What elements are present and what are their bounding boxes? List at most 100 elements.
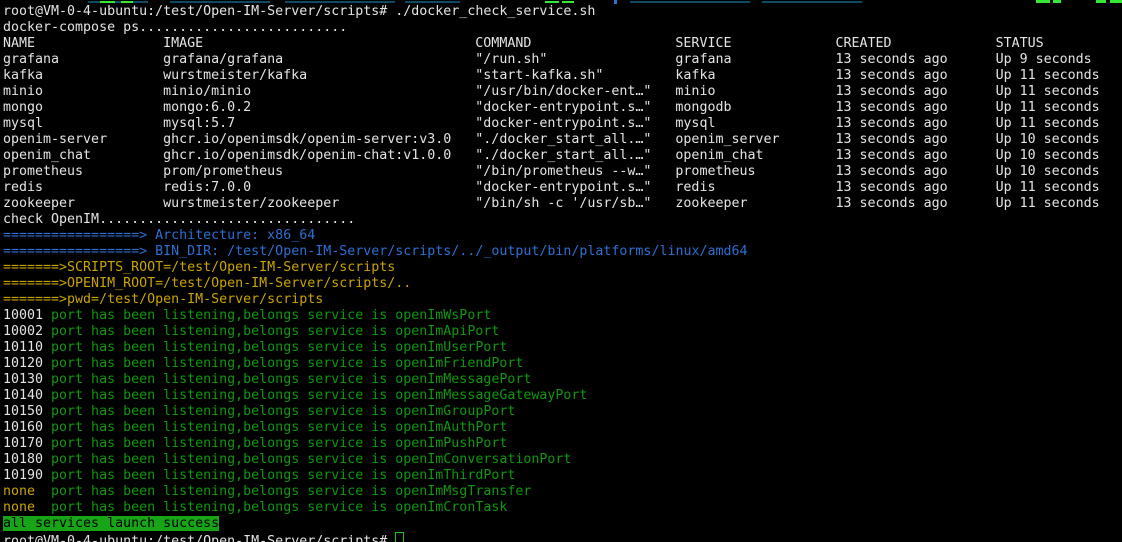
container-name: mongo [3,100,163,116]
table-header-row: NAMEIMAGECOMMANDSERVICECREATEDSTATUS [3,36,1122,52]
container-service: zookeeper [675,196,835,212]
check-openim-line: check OpenIM............................… [3,212,1122,228]
shell-prompt: root@VM-0-4-ubuntu:/test/Open-IM-Server/… [3,4,387,19]
header-created: CREATED [836,36,996,52]
container-image: grafana/grafana [163,52,475,68]
container-status: Up 10 seconds [996,148,1100,164]
port-number: 10120 [3,356,51,372]
container-service: minio [675,84,835,100]
table-row: grafanagrafana/grafana"/run.sh"grafana13… [3,52,1122,68]
prompt-line: root@VM-0-4-ubuntu:/test/Open-IM-Server/… [3,4,1122,20]
port-message: port has been listening,belongs service … [51,452,387,467]
port-check-line: 10190port has been listening,belongs ser… [3,468,1122,484]
port-check-line: 10001port has been listening,belongs ser… [3,308,1122,324]
port-service-name: openImPushPort [395,436,507,451]
port-check-line: 10170port has been listening,belongs ser… [3,436,1122,452]
container-image: ghcr.io/openimsdk/openim-chat:v1.0.0 [163,148,475,164]
port-number: 10002 [3,324,51,340]
terminal-screen[interactable]: root@VM-0-4-ubuntu:/test/Open-IM-Server/… [0,0,1122,542]
container-name: grafana [3,52,163,68]
bindir-info-line: =================> BIN_DIR: /test/Open-I… [3,244,1122,260]
table-row: zookeeperwurstmeister/zookeeper"/bin/sh … [3,196,1122,212]
port-message: port has been listening,belongs service … [51,500,387,515]
container-name: zookeeper [3,196,163,212]
container-status: Up 11 seconds [996,84,1100,100]
container-status: Up 9 seconds [996,52,1092,68]
container-image: mongo:6.0.2 [163,100,475,116]
container-name: openim-server [3,132,163,148]
port-number: 10180 [3,452,51,468]
port-number: 10190 [3,468,51,484]
table-row: openim_chatghcr.io/openimsdk/openim-chat… [3,148,1122,164]
table-row: miniominio/minio"/usr/bin/docker-ent…"mi… [3,84,1122,100]
container-service: prometheus [675,164,835,180]
port-check-line: 10002port has been listening,belongs ser… [3,324,1122,340]
container-service: kafka [675,68,835,84]
port-service-name: openImMessageGatewayPort [395,388,587,403]
container-status: Up 11 seconds [996,196,1100,212]
container-status: Up 11 seconds [996,116,1100,132]
container-name: prometheus [3,164,163,180]
container-name: mysql [3,116,163,132]
port-number: 10130 [3,372,51,388]
container-command: "docker-entrypoint.s…" [475,116,675,132]
container-command: "/run.sh" [475,52,675,68]
port-check-line: 10130port has been listening,belongs ser… [3,372,1122,388]
container-command: "./docker_start_all.…" [475,132,675,148]
container-created: 13 seconds ago [836,196,996,212]
port-message: port has been listening,belongs service … [51,468,387,483]
container-command: "/usr/bin/docker-ent…" [475,84,675,100]
header-status: STATUS [996,36,1044,52]
port-service-name: openImWsPort [395,308,491,323]
container-status: Up 10 seconds [996,132,1100,148]
container-command: "/bin/sh -c '/usr/sb…" [475,196,675,212]
table-row: mongomongo:6.0.2"docker-entrypoint.s…"mo… [3,100,1122,116]
shell-prompt: root@VM-0-4-ubuntu:/test/Open-IM-Server/… [3,534,387,542]
container-service: openim_chat [675,148,835,164]
container-image: mysql:5.7 [163,116,475,132]
port-service-name: openImConversationPort [395,452,571,467]
port-service-name: openImCronTask [395,500,507,515]
port-message: port has been listening,belongs service … [51,372,387,387]
header-name: NAME [3,36,163,52]
port-message: port has been listening,belongs service … [51,356,387,371]
port-check-line: noneport has been listening,belongs serv… [3,500,1122,516]
port-service-name: openImGroupPort [395,404,515,419]
container-image: redis:7.0.0 [163,180,475,196]
port-check-line: 10150port has been listening,belongs ser… [3,404,1122,420]
port-number: 10001 [3,308,51,324]
container-command: "docker-entrypoint.s…" [475,100,675,116]
container-command: "./docker_start_all.…" [475,148,675,164]
table-row: prometheusprom/prometheus"/bin/prometheu… [3,164,1122,180]
scripts-root-env-line: =======>SCRIPTS_ROOT=/test/Open-IM-Serve… [3,260,1122,276]
container-created: 13 seconds ago [836,100,996,116]
port-message: port has been listening,belongs service … [51,340,387,355]
scrollback-remnant-line [0,0,1122,4]
container-created: 13 seconds ago [836,84,996,100]
port-check-line: 10180port has been listening,belongs ser… [3,452,1122,468]
port-check-line: noneport has been listening,belongs serv… [3,484,1122,500]
container-status: Up 10 seconds [996,164,1100,180]
table-row: openim-serverghcr.io/openimsdk/openim-se… [3,132,1122,148]
container-service: redis [675,180,835,196]
port-service-name: openImMessagePort [395,372,531,387]
container-image: wurstmeister/zookeeper [163,196,475,212]
port-service-name: openImUserPort [395,340,507,355]
header-service: SERVICE [675,36,835,52]
port-message: port has been listening,belongs service … [51,324,387,339]
port-service-name: openImApiPort [395,324,499,339]
pwd-env-line: =======>pwd=/test/Open-IM-Server/scripts [3,292,1122,308]
port-message: port has been listening,belongs service … [51,420,387,435]
container-created: 13 seconds ago [836,164,996,180]
container-created: 13 seconds ago [836,116,996,132]
final-prompt-line: root@VM-0-4-ubuntu:/test/Open-IM-Server/… [3,532,1122,542]
table-row: redisredis:7.0.0"docker-entrypoint.s…"re… [3,180,1122,196]
container-name: openim_chat [3,148,163,164]
port-message: port has been listening,belongs service … [51,436,387,451]
success-message: all services launch success [3,516,219,531]
container-command: "start-kafka.sh" [475,68,675,84]
container-service: mysql [675,116,835,132]
port-service-name: openImMsgTransfer [395,484,531,499]
port-check-line: 10120port has been listening,belongs ser… [3,356,1122,372]
port-message: port has been listening,belongs service … [51,404,387,419]
